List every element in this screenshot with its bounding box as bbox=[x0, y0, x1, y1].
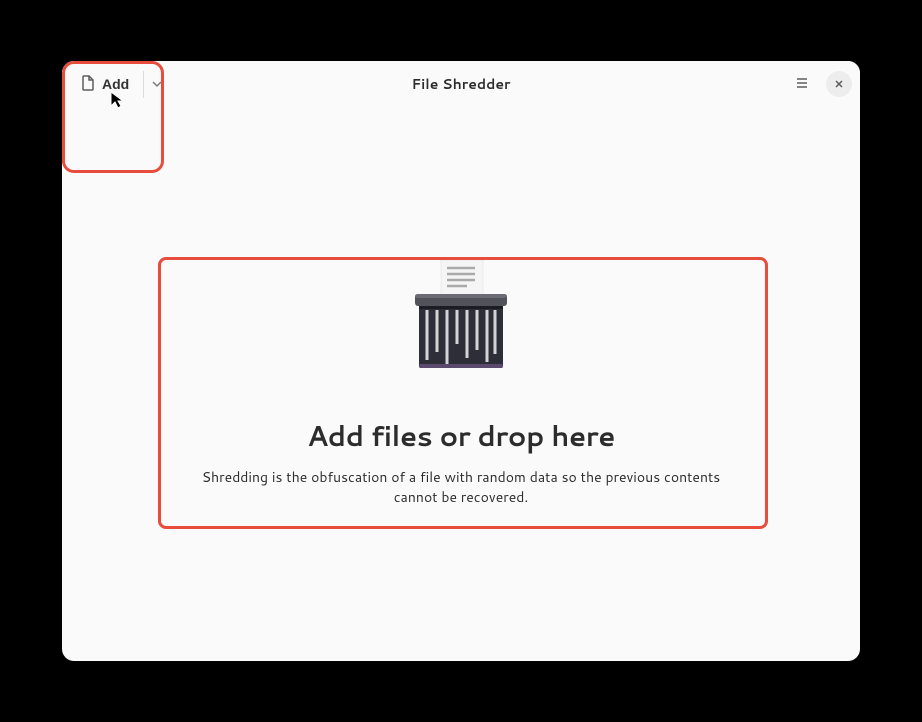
header-bar: Add File Shredder bbox=[62, 61, 860, 107]
drop-description: Shredding is the obfuscation of a file w… bbox=[181, 468, 741, 507]
close-icon bbox=[834, 77, 844, 92]
drop-heading: Add files or drop here bbox=[307, 416, 615, 456]
close-button[interactable] bbox=[826, 71, 852, 97]
main-content: Add files or drop here Shredding is the … bbox=[62, 107, 860, 661]
header-right bbox=[786, 68, 852, 100]
add-button-label: Add bbox=[102, 76, 129, 92]
add-button[interactable]: Add bbox=[70, 69, 139, 100]
shredder-icon bbox=[415, 260, 507, 376]
document-icon bbox=[80, 75, 96, 94]
app-window: Add File Shredder bbox=[62, 61, 860, 661]
add-button-group: Add bbox=[70, 69, 170, 100]
menu-button[interactable] bbox=[786, 68, 818, 100]
drop-area[interactable]: Add files or drop here Shredding is the … bbox=[171, 260, 751, 507]
chevron-down-icon bbox=[152, 77, 162, 92]
hamburger-icon bbox=[795, 76, 809, 93]
window-title: File Shredder bbox=[411, 74, 510, 94]
add-dropdown-button[interactable] bbox=[143, 71, 170, 98]
